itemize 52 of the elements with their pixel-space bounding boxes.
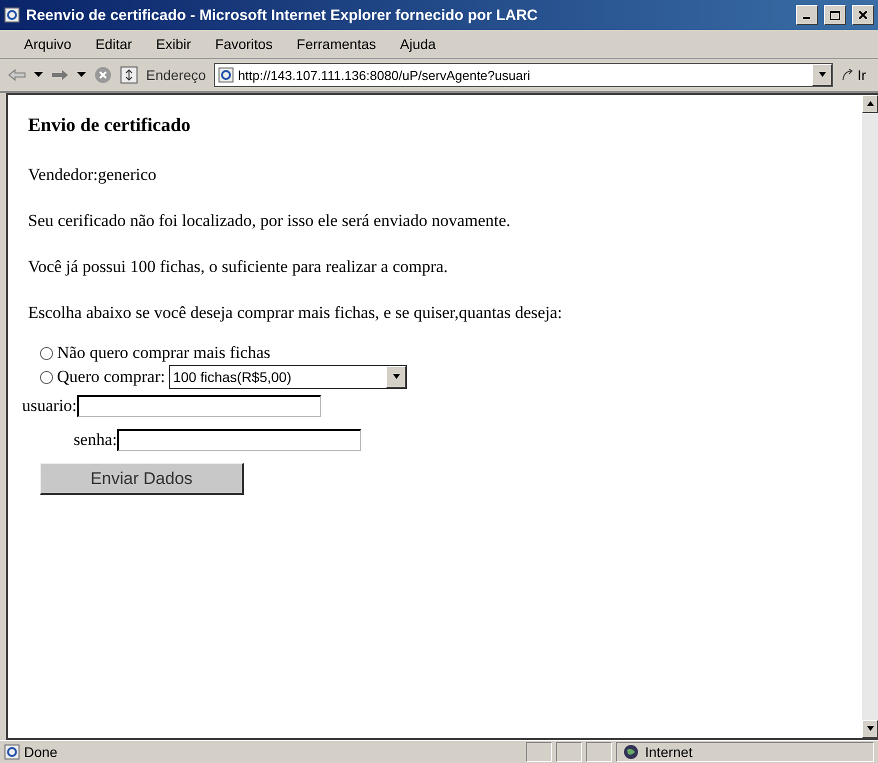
menu-item[interactable]: Favoritos xyxy=(215,36,273,52)
option-label: Não quero comprar mais fichas xyxy=(57,343,270,363)
forward-arrow-icon[interactable] xyxy=(51,69,69,81)
stop-icon[interactable] xyxy=(94,66,112,84)
up-arrow-icon xyxy=(866,101,874,107)
input-field[interactable] xyxy=(76,395,321,417)
back-arrow-icon[interactable] xyxy=(8,69,26,81)
paragraph: Você já possui 100 fichas, o suficiente para realizar a compra. xyxy=(28,257,449,277)
input-field[interactable] xyxy=(117,429,361,451)
maximize-button[interactable] xyxy=(824,5,846,25)
radio-button[interactable] xyxy=(40,370,53,384)
quantity-select[interactable]: 100 fichas(R$5,00) xyxy=(169,365,408,389)
down-arrow-icon xyxy=(866,726,874,732)
field-label: usuario: xyxy=(22,396,77,416)
zone-text: Internet xyxy=(645,744,692,760)
page-icon xyxy=(218,67,234,83)
menu-item[interactable]: Ajuda xyxy=(400,36,436,52)
scroll-bar[interactable] xyxy=(862,95,878,738)
paragraph: Seu cerificado não foi localizado, por isso ele será enviado novamente. xyxy=(28,211,512,231)
menu-item[interactable]: Editar xyxy=(95,36,132,52)
caret-icon xyxy=(818,72,827,78)
radio-button[interactable] xyxy=(40,346,53,360)
status-cell xyxy=(556,742,582,762)
go-arrow-icon xyxy=(841,68,856,82)
address-label: Endereço xyxy=(146,67,206,83)
menu-item[interactable]: Exibir xyxy=(156,36,192,52)
go-button[interactable]: Ir xyxy=(841,67,866,83)
dropdown-button[interactable] xyxy=(386,366,406,388)
submit-button[interactable]: Enviar Dados xyxy=(40,463,244,495)
caret-icon xyxy=(77,72,86,78)
paragraph: Vendedor:generico xyxy=(28,165,158,185)
close-button[interactable] xyxy=(852,5,874,25)
field-label: senha: xyxy=(72,430,117,450)
maximize-icon xyxy=(830,10,840,20)
paragraph: Escolha abaixo se você deseja comprar mais fichas, e se quiser,quantas deseja: xyxy=(28,303,564,323)
dropdown-button[interactable] xyxy=(812,64,832,86)
page-heading: Envio de certificado xyxy=(28,115,192,137)
minimize-button[interactable] xyxy=(796,5,818,25)
page-icon xyxy=(4,744,20,760)
status-cell xyxy=(586,742,612,762)
address-field[interactable]: http://143.107.111.136:8080/uP/servAgente?usuari xyxy=(214,63,834,87)
menu-item[interactable]: Arquivo xyxy=(24,36,72,52)
status-cell xyxy=(526,742,552,762)
window-title: Reenvio de certificado - Microsoft Internet Explorer fornecido por LARC xyxy=(26,6,539,24)
browser-icon xyxy=(4,7,20,23)
option-label: Quero comprar: xyxy=(57,367,166,387)
close-icon xyxy=(859,11,867,19)
caret-icon xyxy=(392,374,401,380)
globe-icon xyxy=(623,744,639,760)
status-text: Done xyxy=(24,744,58,760)
caret-icon xyxy=(34,72,43,78)
menu-item[interactable]: Ferramentas xyxy=(296,36,376,52)
